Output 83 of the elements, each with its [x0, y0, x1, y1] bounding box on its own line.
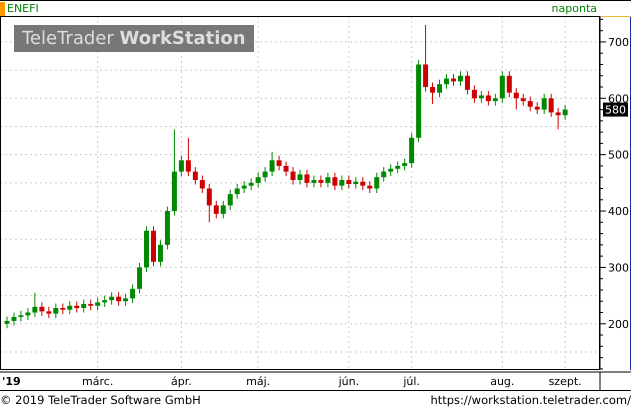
candlestick [214, 200, 219, 219]
candlestick [437, 79, 442, 98]
candlestick [450, 74, 456, 86]
y-tick-label: 700 [608, 36, 629, 49]
x-tick-label: ápr. [171, 375, 192, 388]
candlestick [464, 70, 470, 95]
candlestick [486, 90, 491, 106]
candlestick [220, 200, 226, 219]
candlestick [262, 166, 268, 182]
candlestick [39, 302, 44, 316]
candlestick [256, 172, 261, 188]
candlestick [228, 189, 233, 210]
symbol-label: ENEFI [0, 2, 39, 16]
x-tick-label: máj. [246, 375, 270, 388]
candlestick [395, 160, 400, 174]
x-tick-label: aug. [490, 375, 514, 388]
x-tick-label: júl. [403, 375, 420, 388]
y-tick-label: 300 [608, 261, 629, 274]
logo-text: TeleTrader WorkStation [14, 25, 254, 52]
candlestick [318, 175, 324, 188]
interval-label: naponta [552, 2, 598, 15]
candlestick [81, 299, 86, 314]
url-link[interactable]: https://workstation.teletrader.com/ [430, 393, 631, 407]
candlestick [53, 302, 58, 319]
candlestick [360, 176, 366, 191]
y-tick-label: 400 [608, 205, 629, 218]
candlestick [67, 300, 72, 315]
candlestick [339, 175, 344, 191]
candlestick [506, 70, 512, 98]
candlestick [74, 300, 80, 314]
candlestick [353, 176, 358, 189]
candlestick [458, 70, 463, 86]
candlestick [367, 180, 372, 194]
last-price-tag: 580 [603, 102, 628, 117]
candlestick [548, 93, 554, 118]
candlestick [430, 82, 436, 104]
candlestick [116, 292, 122, 306]
candlestick [242, 180, 247, 194]
candlestick [11, 312, 16, 326]
candlestick [109, 292, 114, 306]
candlestick [514, 88, 519, 110]
candlestick [423, 24, 428, 92]
x-tick-label: '19 [2, 375, 21, 388]
candlestick [32, 292, 38, 318]
candlestick [542, 93, 547, 115]
candlestick [478, 90, 484, 104]
y-tick-label: 200 [608, 318, 629, 331]
candlestick [311, 175, 316, 188]
y-tick-label: 600 [608, 92, 629, 106]
candlestick [472, 84, 477, 104]
x-tick-label: szept. [548, 375, 582, 388]
candlestick [346, 175, 352, 189]
copyright-text: © 2019 TeleTrader Software GmbH [0, 393, 201, 407]
candlestick [186, 137, 191, 177]
x-tick-label: jún. [338, 375, 360, 388]
candlestick [206, 183, 212, 223]
candlestick [25, 307, 30, 320]
candlestick [4, 316, 10, 329]
candlestick [137, 262, 142, 294]
candlestick [276, 155, 282, 171]
candlestick [402, 158, 408, 171]
candlestick [298, 169, 302, 186]
candlestick [102, 295, 108, 308]
candlestick [270, 151, 275, 177]
x-tick-label: márc. [82, 375, 114, 388]
y-tick-label: 500 [608, 148, 629, 162]
candlestick [381, 166, 386, 182]
candlestick [130, 284, 136, 304]
candlestick [500, 70, 505, 104]
candlestick [374, 172, 380, 194]
candlestick [325, 172, 330, 188]
candlestick [234, 183, 240, 200]
candlestick [158, 240, 163, 267]
candlestick [178, 155, 184, 177]
candlestick [528, 96, 533, 112]
candlestick [562, 104, 568, 120]
candlestick [332, 172, 338, 191]
candlestick [284, 160, 289, 177]
candlestick [304, 169, 310, 188]
candlestick [444, 74, 450, 90]
candlestick [290, 166, 296, 186]
candlestick [200, 175, 205, 194]
candlestick [192, 166, 198, 186]
